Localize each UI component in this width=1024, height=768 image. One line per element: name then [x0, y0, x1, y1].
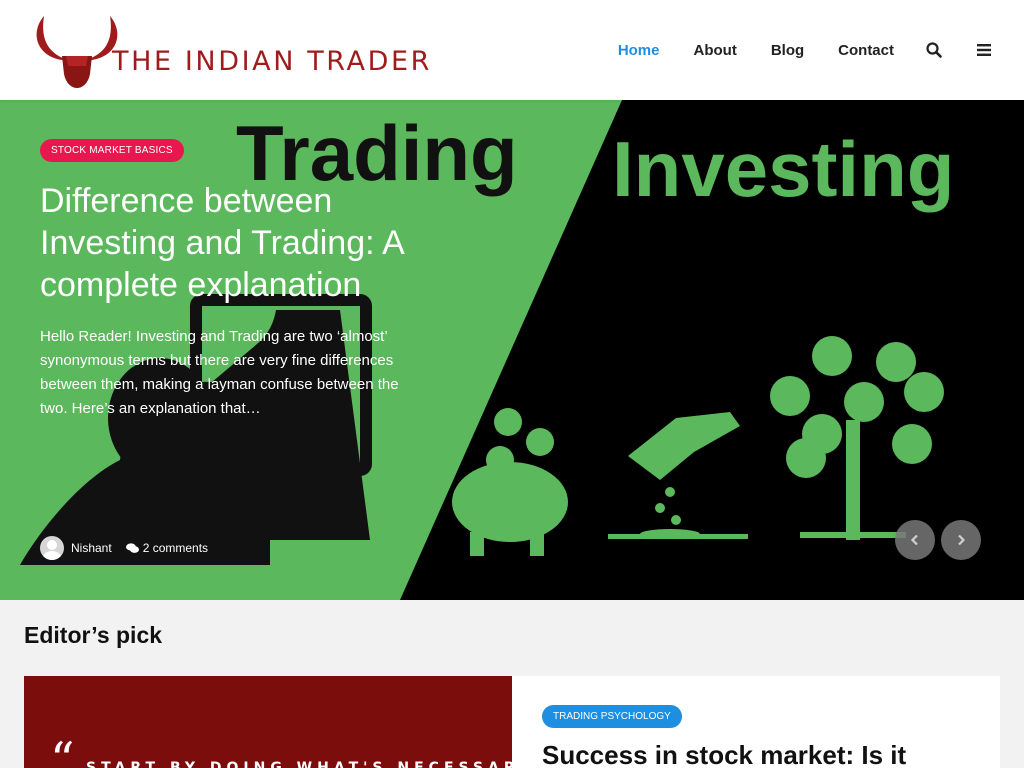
editors-pick-heading: Editor’s pick: [24, 622, 163, 648]
hero-meta: Nishant 2 comments: [40, 536, 208, 560]
chevron-left-icon: [910, 534, 918, 546]
pick-category-badge[interactable]: Trading Psychology: [542, 705, 682, 728]
author-avatar[interactable]: [40, 536, 64, 560]
hamburger-menu-icon: [977, 44, 991, 56]
hero-title[interactable]: Difference between Investing and Trading…: [40, 180, 460, 306]
comments-icon: [125, 542, 139, 553]
editors-pick-image[interactable]: “ START BY DOING WHAT'S NECESSARY: [24, 676, 512, 768]
nav-home[interactable]: Home: [618, 42, 660, 59]
slider-prev-button[interactable]: [895, 520, 935, 560]
quote-mark: “: [50, 732, 75, 768]
nav-contact[interactable]: Contact: [838, 42, 894, 59]
logo-text: THE INDIAN TRADER: [112, 46, 433, 77]
hero-slider: Trading Investing STOCK MARKET BASICS Di…: [0, 100, 1024, 600]
search-icon: [926, 42, 942, 58]
hero-image-label-investing: Investing: [612, 125, 954, 213]
pick-title[interactable]: Success in stock market: Is it: [542, 740, 906, 768]
editors-pick-card: “ START BY DOING WHAT'S NECESSARY Tradin…: [24, 676, 1000, 768]
nav-blog[interactable]: Blog: [771, 42, 804, 59]
quote-text: START BY DOING WHAT'S NECESSARY: [86, 760, 512, 768]
author-name[interactable]: Nishant: [71, 541, 112, 555]
menu-button[interactable]: [974, 40, 994, 60]
hero-category-badge[interactable]: Stock Market Basics: [40, 139, 184, 162]
search-button[interactable]: [924, 40, 944, 60]
comments-link[interactable]: 2 comments: [125, 541, 209, 555]
main-nav: Home About Blog Contact: [584, 0, 994, 100]
chevron-right-icon: [958, 534, 966, 546]
hero-excerpt: Hello Reader! Investing and Trading are …: [40, 328, 399, 417]
bull-logo-icon: [36, 16, 118, 88]
site-header: THE INDIAN TRADER Home About Blog Contac…: [0, 0, 1024, 100]
site-logo[interactable]: THE INDIAN TRADER: [30, 12, 470, 90]
slider-next-button[interactable]: [941, 520, 981, 560]
comments-count: 2 comments: [142, 541, 209, 555]
nav-about[interactable]: About: [694, 42, 737, 59]
